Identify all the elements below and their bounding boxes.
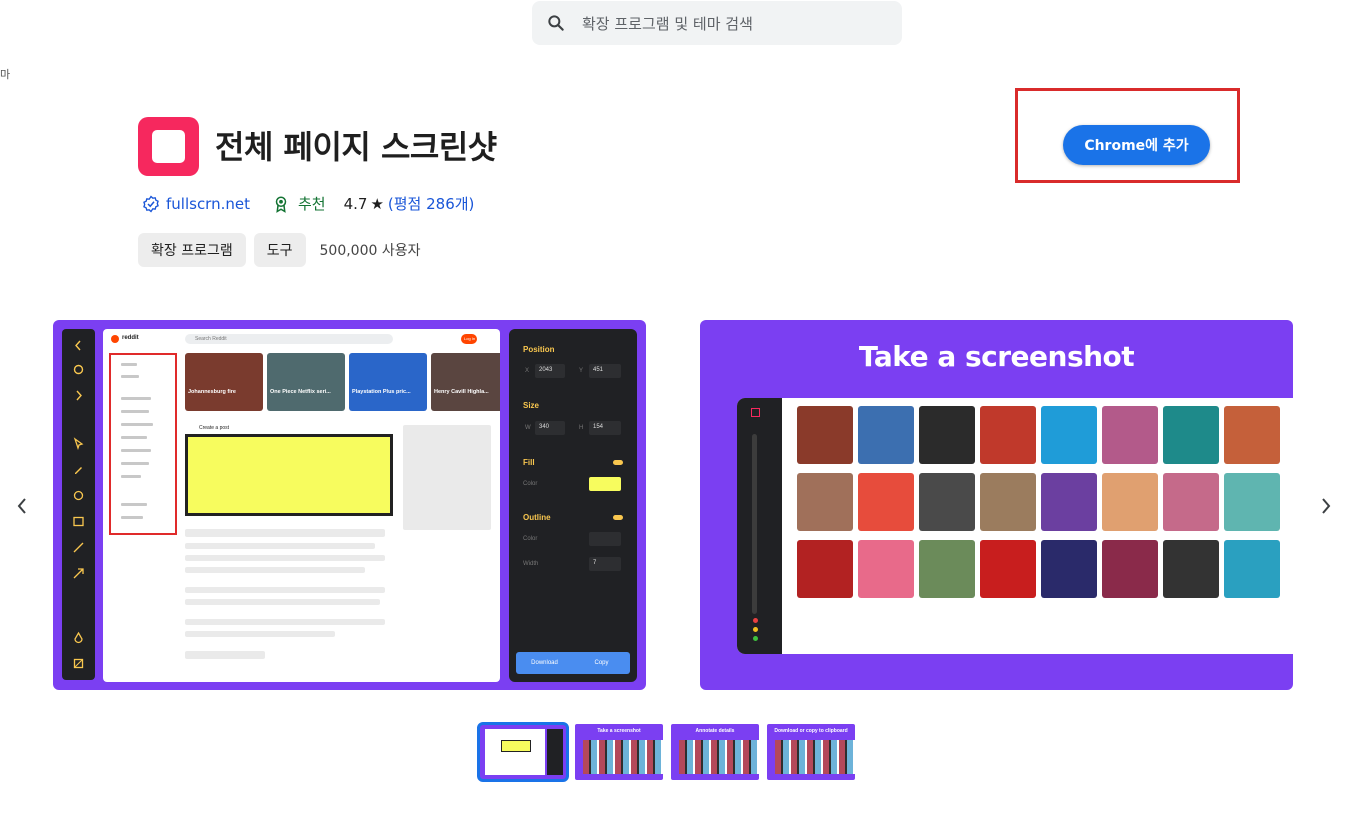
extension-title: 전체 페이지 스크린샷 xyxy=(215,128,497,166)
thumbnail-2[interactable]: Take a screenshot xyxy=(575,724,663,780)
refresh-icon xyxy=(73,364,84,375)
reddit-card: Johannesburg fire xyxy=(185,353,263,411)
extension-meta: fullscrn.net 추천 4.7 ★ (평점 286개) xyxy=(142,193,474,214)
h-label: H xyxy=(579,425,584,431)
editor-toolbar xyxy=(62,329,95,680)
y-field[interactable]: 451 xyxy=(589,364,621,378)
chevron-right-icon xyxy=(1322,498,1331,514)
x-field[interactable]: 2043 xyxy=(535,364,565,378)
pointer-icon xyxy=(73,437,84,450)
back-icon xyxy=(75,340,81,351)
copy-button[interactable]: Copy xyxy=(573,652,630,674)
chevron-left-icon xyxy=(17,498,26,514)
reddit-brand: reddit xyxy=(122,335,139,341)
fill-toggle[interactable] xyxy=(613,460,623,465)
thumbnail-caption: Download or copy to clipboard xyxy=(774,728,848,734)
outline-width-field[interactable]: 7 xyxy=(589,557,621,571)
thumbnail-1[interactable] xyxy=(477,722,569,782)
reddit-search: Search Reddit xyxy=(185,334,393,344)
line-icon xyxy=(73,542,84,553)
outline-color-swatch[interactable] xyxy=(589,532,621,546)
publisher-name: fullscrn.net xyxy=(166,194,250,213)
y-label: Y xyxy=(579,368,584,374)
reddit-card: Playstation Plus pric... xyxy=(349,353,427,411)
screenshot-1[interactable]: reddit Search Reddit Log In Johannesburg… xyxy=(53,320,646,690)
thumbnail-4[interactable]: Download or copy to clipboard xyxy=(767,724,855,780)
chip-category[interactable]: 도구 xyxy=(253,233,306,267)
user-count: 500,000 사용자 xyxy=(319,243,421,259)
captured-webpage: reddit Search Reddit Log In Johannesburg… xyxy=(103,329,500,682)
category-chips: 확장 프로그램 도구 500,000 사용자 xyxy=(138,233,420,267)
outline-toggle[interactable] xyxy=(613,515,623,520)
w-label: W xyxy=(525,425,531,431)
add-to-chrome-button[interactable]: Chrome에 추가 xyxy=(1063,125,1210,165)
outline-color-label: Color xyxy=(523,536,538,542)
fill-color-label: Color xyxy=(523,481,538,487)
search-bar[interactable]: 확장 프로그램 및 테마 검색 xyxy=(532,1,902,45)
truncated-text: 마 xyxy=(0,68,11,81)
width-field[interactable]: 340 xyxy=(535,421,565,435)
rating-value: 4.7 xyxy=(343,194,368,213)
screenshot-2[interactable]: Take a screenshot xyxy=(700,320,1293,690)
chip-extension-type[interactable]: 확장 프로그램 xyxy=(138,233,246,267)
reddit-card: One Piece Netflix seri... xyxy=(267,353,345,411)
thumbnail-3[interactable]: Annotate details xyxy=(671,724,759,780)
award-icon xyxy=(275,196,287,213)
carousel-next-button[interactable] xyxy=(1314,493,1338,519)
captured-video-grid xyxy=(737,398,1293,654)
featured-badge: 추천 xyxy=(272,193,326,214)
pencil-icon xyxy=(75,467,82,474)
featured-label: 추천 xyxy=(297,195,326,213)
position-label: Position xyxy=(523,345,555,354)
reddit-login-text: Log In xyxy=(464,336,476,341)
fill-color-swatch[interactable] xyxy=(589,477,621,491)
forward-icon xyxy=(76,390,82,401)
outline-width-label: Width xyxy=(523,561,539,567)
screenshot-caption: Take a screenshot xyxy=(858,340,1135,373)
crop-icon xyxy=(73,658,84,669)
yellow-annotation-rectangle xyxy=(185,434,393,516)
editor-sidebar xyxy=(737,398,782,654)
reddit-logo xyxy=(111,335,119,343)
droplet-icon xyxy=(74,631,83,644)
create-post-label: Create a post xyxy=(199,425,230,431)
reddit-card-title: Playstation Plus pric... xyxy=(352,389,411,395)
reddit-sidebar-highlight xyxy=(109,353,177,535)
reviews-link[interactable]: (평점 286개) xyxy=(388,193,475,214)
search-icon xyxy=(548,15,564,31)
thumbnail-caption: Take a screenshot xyxy=(597,728,641,734)
size-label: Size xyxy=(523,401,540,410)
fill-label: Fill xyxy=(523,458,535,467)
x-label: X xyxy=(525,368,530,374)
properties-panel: Position X 2043 Y 451 Size W 340 H 154 F… xyxy=(509,329,637,682)
thumbnail-caption: Annotate details xyxy=(695,728,735,734)
download-copy-bar: Download Copy xyxy=(516,652,630,674)
carousel-prev-button[interactable] xyxy=(10,493,34,519)
search-input[interactable]: 확장 프로그램 및 테마 검색 xyxy=(582,13,753,34)
video-thumbnails xyxy=(797,406,1280,598)
arrow-icon xyxy=(73,568,84,579)
screenshot-thumbnails: Take a screenshot Annotate details Downl… xyxy=(477,722,855,782)
publisher-link[interactable]: fullscrn.net xyxy=(142,195,250,213)
outline-label: Outline xyxy=(523,513,551,522)
reddit-login: Log In xyxy=(461,334,477,344)
extension-icon xyxy=(138,117,199,176)
download-button[interactable]: Download xyxy=(516,652,573,674)
community-panel xyxy=(403,425,491,530)
reddit-card-title: Johannesburg fire xyxy=(188,389,236,395)
reddit-card: Henry Cavill Highla... xyxy=(431,353,500,411)
reddit-card-title: Henry Cavill Highla... xyxy=(434,389,489,395)
height-field[interactable]: 154 xyxy=(589,421,621,435)
verified-icon xyxy=(143,194,159,213)
star-icon: ★ xyxy=(370,194,384,213)
circle-icon xyxy=(73,490,84,501)
rectangle-icon xyxy=(73,516,84,527)
reddit-card-title: One Piece Netflix seri... xyxy=(270,389,331,395)
reddit-search-text: Search Reddit xyxy=(195,336,227,342)
